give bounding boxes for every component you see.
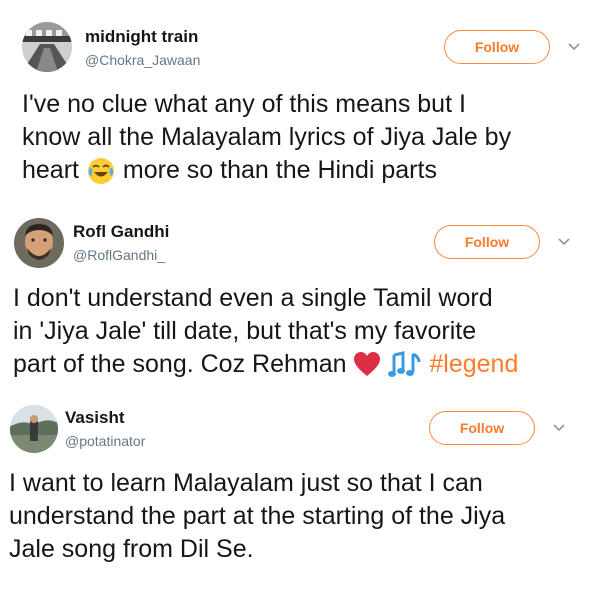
tweet-3: Vasisht @potatinator Follow I want to le… (0, 0, 594, 591)
tweet-text-line: understand the part at the starting of t… (9, 502, 506, 530)
chevron-down-icon[interactable] (552, 421, 566, 435)
follow-button[interactable]: Follow (429, 411, 535, 445)
tweet-text-line: I want to learn Malayalam just so that I… (9, 469, 483, 497)
tweet-text: I want to learn Malayalam just so that I… (9, 467, 505, 566)
username[interactable]: @potatinator (65, 433, 145, 449)
avatar[interactable] (10, 405, 58, 453)
tweet-text-line: Jale song from Dil Se. (9, 535, 254, 563)
avatar-landscape-icon (10, 405, 58, 453)
display-name[interactable]: Vasisht (65, 408, 125, 428)
